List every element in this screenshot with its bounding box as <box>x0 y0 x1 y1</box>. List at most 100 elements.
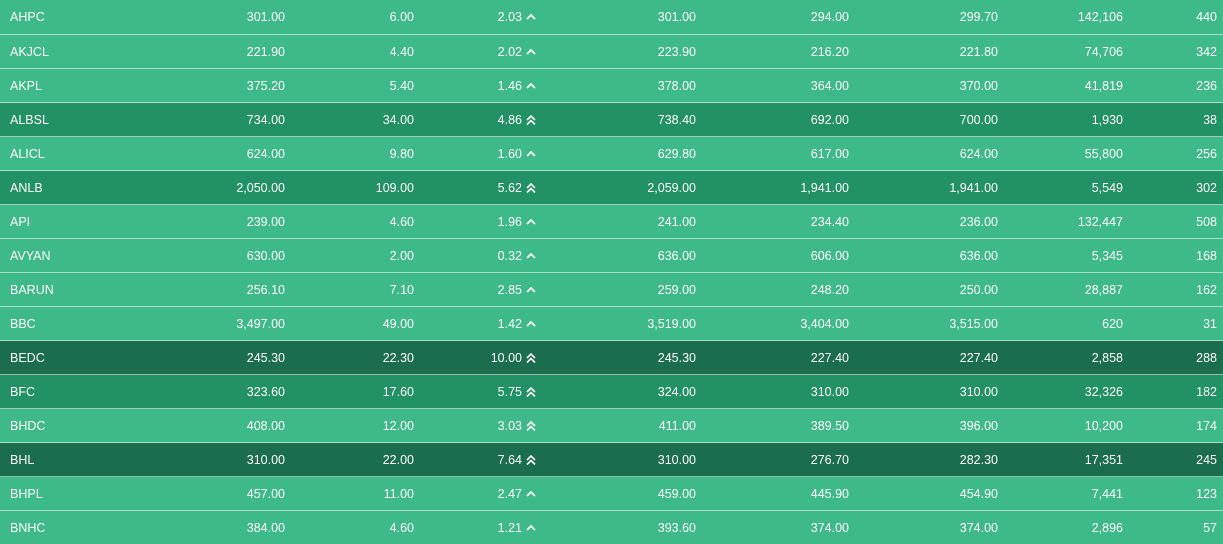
chevron-up-icon <box>525 149 537 159</box>
trades-cell: 256 <box>1137 137 1217 170</box>
table-row[interactable]: ANLB 2,050.00 109.00 5.62 2,059.00 1,941.00 1,… <box>0 171 1223 205</box>
open-cell-value: 636.00 <box>657 248 696 263</box>
ltp-cell: 3,497.00 <box>145 307 285 340</box>
open-cell: 223.90 <box>556 35 696 68</box>
ltp-cell-value: 310.00 <box>246 452 285 467</box>
volume-cell: 620 <box>1003 307 1123 340</box>
percent-change-cell: 2.03 <box>417 0 537 34</box>
symbol-cell: ALBSL <box>10 103 130 136</box>
ltp-cell: 375.20 <box>145 69 285 102</box>
percent-change-cell-value: 1.21 <box>497 520 522 535</box>
table-row[interactable]: BFC 323.60 17.60 5.75 324.00 310.00 310.00 32,3… <box>0 375 1223 409</box>
volume-cell: 28,887 <box>1003 273 1123 306</box>
percent-change-cell: 1.60 <box>417 137 537 170</box>
percent-change-cell: 1.96 <box>417 205 537 238</box>
high-cell: 606.00 <box>709 239 849 272</box>
ltp-cell: 239.00 <box>145 205 285 238</box>
percent-change-cell: 1.46 <box>417 69 537 102</box>
volume-cell-value: 7,441 <box>1091 486 1123 501</box>
low-cell: 1,941.00 <box>858 171 998 204</box>
double-chevron-up-icon <box>525 454 537 465</box>
table-row[interactable]: BHL 310.00 22.00 7.64 310.00 276.70 282.30 17,3… <box>0 443 1223 477</box>
open-cell: 636.00 <box>556 239 696 272</box>
low-cell-value: 282.30 <box>959 452 998 467</box>
table-row[interactable]: BNHC 384.00 4.60 1.21 393.60 374.00 374.00 2,89… <box>0 511 1223 544</box>
percent-change-cell-value: 1.42 <box>497 316 522 331</box>
symbol-cell-value: AVYAN <box>10 248 51 263</box>
volume-cell: 55,800 <box>1003 137 1123 170</box>
percent-change-cell-value: 1.96 <box>497 214 522 229</box>
volume-cell-value: 32,326 <box>1084 384 1123 399</box>
low-cell: 310.00 <box>858 375 998 408</box>
low-cell-value: 236.00 <box>959 214 998 229</box>
low-cell: 227.40 <box>858 341 998 374</box>
percent-change-cell: 1.21 <box>417 511 537 544</box>
low-cell-value: 374.00 <box>959 520 998 535</box>
symbol-cell-value: AKJCL <box>10 44 49 59</box>
low-cell: 396.00 <box>858 409 998 442</box>
table-row[interactable]: ALBSL 734.00 34.00 4.86 738.40 692.00 700.00 1,… <box>0 103 1223 137</box>
change-cell: 12.00 <box>294 409 414 442</box>
high-cell-value: 234.40 <box>810 214 849 229</box>
change-cell-value: 4.60 <box>389 214 414 229</box>
table-row[interactable]: BARUN 256.10 7.10 2.85 259.00 248.20 250.00 28,… <box>0 273 1223 307</box>
high-cell-value: 374.00 <box>810 520 849 535</box>
symbol-cell-value: AHPC <box>10 10 45 24</box>
percent-change-cell-value: 10.00 <box>490 350 522 365</box>
percent-change-cell-value: 2.02 <box>497 44 522 59</box>
ltp-cell-value: 245.30 <box>246 350 285 365</box>
high-cell: 216.20 <box>709 35 849 68</box>
percent-change-cell-value: 0.32 <box>497 248 522 263</box>
low-cell-value: 370.00 <box>959 78 998 93</box>
open-cell-value: 738.40 <box>657 112 696 127</box>
table-row[interactable]: BHDC 408.00 12.00 3.03 411.00 389.50 396.00 10,… <box>0 409 1223 443</box>
table-row[interactable]: AKJCL 221.90 4.40 2.02 223.90 216.20 221.80 74,… <box>0 35 1223 69</box>
open-cell-value: 411.00 <box>658 418 696 433</box>
percent-change-cell-value: 1.46 <box>497 78 522 93</box>
symbol-cell: ALICL <box>10 137 130 170</box>
symbol-cell-value: BHL <box>10 452 35 467</box>
trades-cell: 162 <box>1137 273 1217 306</box>
open-cell: 738.40 <box>556 103 696 136</box>
change-cell-value: 9.80 <box>389 146 414 161</box>
change-cell-value: 7.10 <box>389 282 414 297</box>
table-row[interactable]: BHPL 457.00 11.00 2.47 459.00 445.90 454.90 7,4… <box>0 477 1223 511</box>
change-cell: 34.00 <box>294 103 414 136</box>
ltp-cell-value: 384.00 <box>246 520 285 535</box>
low-cell-value: 3,515.00 <box>949 316 998 331</box>
table-row[interactable]: AKPL 375.20 5.40 1.46 378.00 364.00 370.00 41,8… <box>0 69 1223 103</box>
table-row[interactable]: AHPC 301.00 6.00 2.03 301.00 294.00 299.70 142,… <box>0 0 1223 35</box>
symbol-cell-value: ANLB <box>10 180 43 195</box>
table-row[interactable]: AVYAN 630.00 2.00 0.32 636.00 606.00 636.00 5,3… <box>0 239 1223 273</box>
trades-cell-value: 236 <box>1196 78 1217 93</box>
table-row[interactable]: API 239.00 4.60 1.96 241.00 234.40 236.00 132,4… <box>0 205 1223 239</box>
high-cell-value: 606.00 <box>810 248 849 263</box>
low-cell: 374.00 <box>858 511 998 544</box>
open-cell: 459.00 <box>556 477 696 510</box>
symbol-cell-value: ALICL <box>10 146 45 161</box>
percent-change-cell-value: 2.47 <box>497 486 522 501</box>
table-row[interactable]: ALICL 624.00 9.80 1.60 629.80 617.00 624.00 55,… <box>0 137 1223 171</box>
trades-cell-value: 31 <box>1203 316 1217 331</box>
ltp-cell-value: 3,497.00 <box>236 316 285 331</box>
ltp-cell-value: 323.60 <box>246 384 285 399</box>
open-cell: 378.00 <box>556 69 696 102</box>
change-cell-value: 6.00 <box>389 10 414 24</box>
chevron-up-icon <box>525 251 537 261</box>
change-cell-value: 5.40 <box>389 78 414 93</box>
percent-change-cell-value: 5.75 <box>497 384 522 399</box>
open-cell: 411.00 <box>556 409 696 442</box>
open-cell: 3,519.00 <box>556 307 696 340</box>
table-row[interactable]: BBC 3,497.00 49.00 1.42 3,519.00 3,404.00 3,51… <box>0 307 1223 341</box>
symbol-cell: AKJCL <box>10 35 130 68</box>
percent-change-cell: 5.75 <box>417 375 537 408</box>
open-cell: 2,059.00 <box>556 171 696 204</box>
open-cell: 259.00 <box>556 273 696 306</box>
volume-cell: 74,706 <box>1003 35 1123 68</box>
trades-cell-value: 288 <box>1196 350 1217 365</box>
trades-cell: 236 <box>1137 69 1217 102</box>
percent-change-cell: 10.00 <box>417 341 537 374</box>
table-row[interactable]: BEDC 245.30 22.30 10.00 245.30 227.40 227.40 2,… <box>0 341 1223 375</box>
low-cell-value: 454.90 <box>959 486 998 501</box>
chevron-up-icon <box>525 12 537 22</box>
